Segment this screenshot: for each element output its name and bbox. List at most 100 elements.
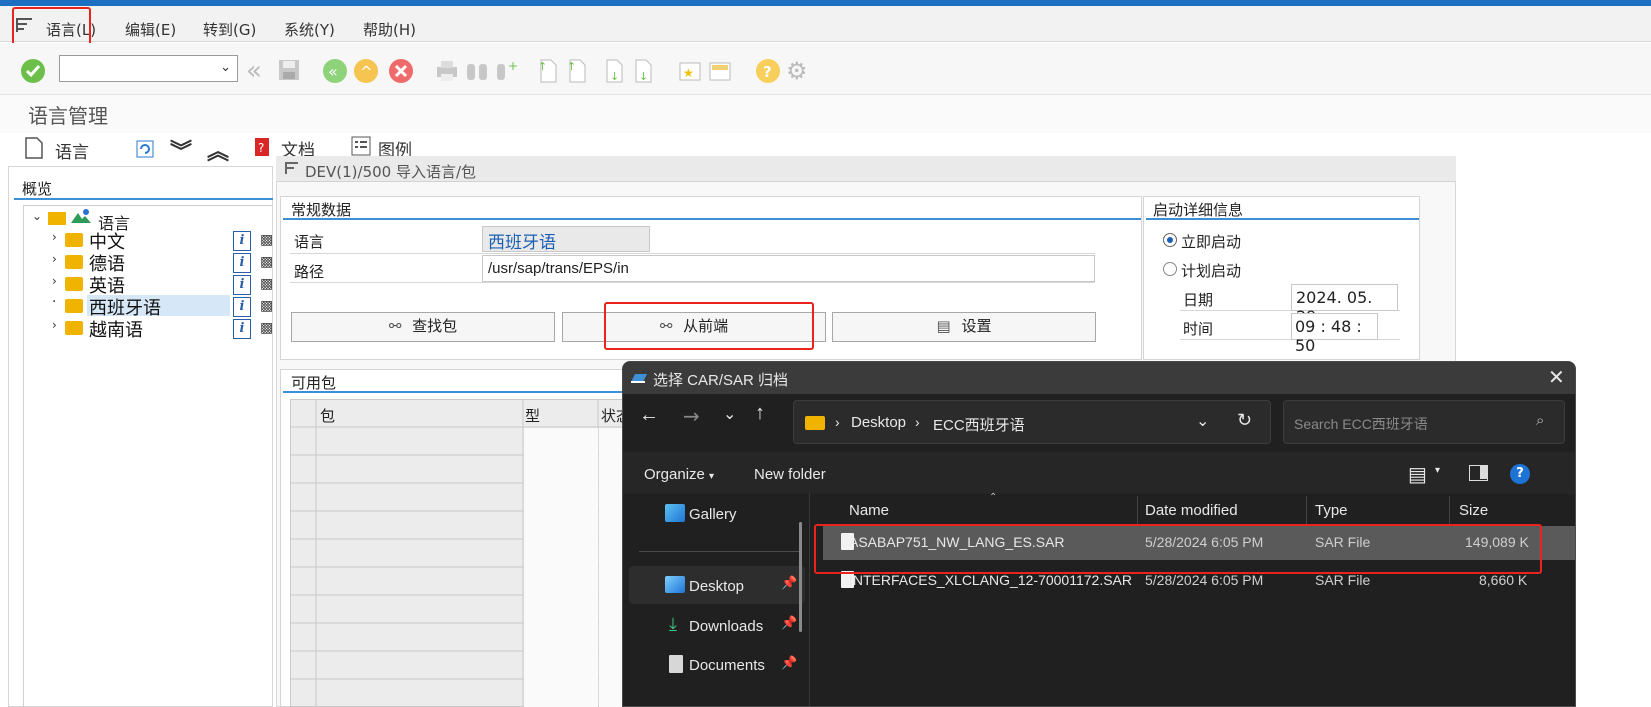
folder-icon [65, 277, 83, 291]
last-page-icon[interactable]: ↓ [631, 58, 657, 84]
preview-pane-icon[interactable] [1469, 465, 1488, 481]
first-page-icon[interactable]: ↑ [536, 58, 562, 84]
expand-chevron-icon[interactable]: › [52, 230, 57, 244]
nav-desktop[interactable]: Desktop [689, 578, 744, 595]
document-icon [25, 137, 43, 163]
nav-gallery[interactable]: Gallery [689, 506, 737, 523]
tree-item-english[interactable]: › 英语 [52, 273, 230, 297]
desktop-icon [665, 576, 685, 593]
address-dropdown-icon[interactable]: ⌄ [1196, 411, 1209, 431]
tree-root-mountain-icon [71, 208, 91, 228]
shortcut-icon[interactable] [707, 58, 733, 84]
breadcrumb-separator-icon: › [835, 414, 840, 430]
tree-item-chinese[interactable]: › 中文 [52, 229, 230, 253]
settings-button[interactable]: ▤ 设置 [832, 312, 1096, 342]
radio-scheduled[interactable] [1163, 262, 1177, 276]
pane-splitter[interactable] [809, 494, 810, 706]
date-field[interactable]: 2024. 05. 29 [1291, 284, 1398, 326]
pin-icon[interactable]: 📌 [781, 656, 797, 671]
find-package-button[interactable]: ⚯ 查找包 [291, 312, 555, 342]
view-options-caret-icon[interactable]: ▾ [1435, 465, 1440, 476]
radio-scheduled-label: 计划启动 [1181, 262, 1242, 280]
save-icon[interactable] [277, 58, 303, 84]
help-icon[interactable]: ? [755, 58, 781, 84]
downloads-icon: ⤓ [669, 614, 677, 635]
expand-chevron-icon[interactable]: › [52, 318, 57, 332]
up-arrow-icon[interactable]: ↑ [755, 402, 765, 425]
dropdown-caret-icon: ▾ [709, 471, 715, 482]
tree-item-german[interactable]: › 德语 [52, 251, 230, 275]
new-folder-button[interactable]: New folder [754, 466, 826, 483]
organize-label: Organize [644, 466, 705, 483]
tree-item-vietnamese[interactable]: › 越南语 [52, 317, 230, 341]
breadcrumb-current-folder[interactable]: ECC西班牙语 [933, 414, 1025, 435]
expand-chevron-icon[interactable]: › [52, 274, 57, 288]
col-divider[interactable] [1306, 496, 1307, 524]
refresh-icon[interactable] [134, 138, 156, 164]
search-input[interactable]: Search ECC西班牙语 ⌕ [1283, 400, 1565, 444]
tree-item-spanish[interactable]: · 西班牙语 [52, 294, 230, 319]
pin-icon[interactable]: 📌 [781, 576, 797, 591]
info-icon[interactable]: i [233, 253, 251, 273]
col-date-modified[interactable]: Date modified [1145, 502, 1238, 519]
col-type[interactable]: Type [1315, 502, 1348, 519]
toolbar-language-button[interactable]: 语言 [55, 138, 89, 163]
forward-arrow-icon[interactable]: → [683, 404, 700, 428]
view-details-icon[interactable]: ▤ [1408, 462, 1427, 487]
language-field[interactable]: 西班牙语 [482, 226, 650, 253]
recent-chevron-icon[interactable]: ⌄ [723, 404, 736, 424]
col-name[interactable]: Name [849, 502, 889, 519]
collapse-all-icon[interactable]: ︽ [207, 134, 229, 166]
info-icon[interactable]: i [233, 297, 251, 317]
find-icon[interactable] [464, 58, 490, 84]
expand-chevron-icon[interactable]: › [52, 252, 57, 266]
documents-icon [669, 655, 683, 673]
col-divider[interactable] [1449, 496, 1450, 524]
nav-downloads[interactable]: Downloads [689, 618, 763, 635]
nav-documents[interactable]: Documents [689, 657, 765, 674]
folder-icon [65, 233, 83, 247]
radio-immediate[interactable] [1163, 233, 1177, 247]
pin-icon[interactable]: 📌 [781, 616, 797, 631]
organize-button[interactable]: Organize ▾ [644, 466, 714, 483]
next-page-icon[interactable]: ↓ [602, 58, 628, 84]
menu-goto[interactable]: 转到(G) [203, 19, 256, 40]
general-data-header: 常规数据 [291, 201, 352, 219]
back-icon[interactable]: « [322, 58, 348, 84]
window-menu-icon[interactable] [284, 161, 300, 179]
time-field[interactable]: 09 : 48 : 50 [1291, 313, 1378, 355]
tree-root-chevron-down-icon[interactable]: ⌄ [32, 209, 42, 223]
packages-header-underline [283, 391, 640, 393]
file-size: 8,660 K [1479, 572, 1528, 588]
menu-system[interactable]: 系统(Y) [284, 19, 335, 40]
new-session-icon[interactable]: ★ [677, 58, 703, 84]
print-icon[interactable] [434, 58, 460, 84]
col-divider[interactable] [1137, 496, 1138, 524]
path-field[interactable]: /usr/sap/trans/EPS/in [482, 255, 1095, 282]
close-icon[interactable]: ✕ [1548, 365, 1565, 390]
customize-gear-icon[interactable]: ⚙ [786, 58, 812, 84]
help-icon[interactable]: ? [1510, 464, 1530, 484]
info-icon[interactable]: i [233, 319, 251, 339]
find-next-icon[interactable]: + [494, 58, 520, 84]
package-icon: ▩ [260, 232, 274, 248]
double-chevron-left-icon[interactable]: « [246, 58, 272, 84]
breadcrumb-desktop[interactable]: Desktop [851, 414, 906, 431]
exit-icon[interactable]: ^ [353, 58, 379, 84]
cancel-icon[interactable] [388, 58, 414, 84]
info-icon[interactable]: i [233, 275, 251, 295]
refresh-icon[interactable]: ↻ [1237, 410, 1252, 431]
menu-edit[interactable]: 编辑(E) [125, 19, 176, 40]
overview-header-underline [14, 198, 273, 200]
nav-scrollbar[interactable] [799, 522, 802, 632]
menu-help[interactable]: 帮助(H) [363, 19, 416, 40]
back-arrow-icon[interactable]: ← [639, 404, 659, 427]
date-label: 日期 [1183, 291, 1214, 309]
info-icon[interactable]: i [233, 231, 251, 251]
search-placeholder: Search ECC西班牙语 [1294, 416, 1428, 432]
expand-all-icon[interactable]: ︾ [170, 134, 192, 166]
confirm-icon[interactable] [20, 58, 46, 84]
command-field[interactable]: ⌄ [59, 55, 238, 82]
col-size[interactable]: Size [1459, 502, 1488, 519]
prev-page-icon[interactable]: ↑ [565, 58, 591, 84]
